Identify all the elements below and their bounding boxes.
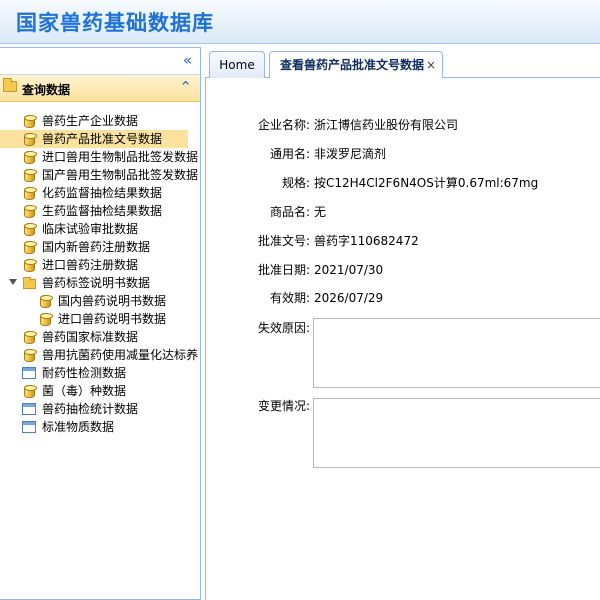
field-value: 无 bbox=[314, 205, 327, 219]
invalid-reason-textarea[interactable] bbox=[313, 318, 600, 388]
tree-item[interactable]: 兽药抽检统计数据 bbox=[0, 400, 200, 418]
navigation-tree: 兽药生产企业数据 兽药产品批准文号数据 进口兽用生物制品批签发数据 国产兽用生物… bbox=[0, 112, 200, 436]
tree-item[interactable]: 进口兽药注册数据 bbox=[0, 256, 200, 274]
field-value: 非泼罗尼滴剂 bbox=[314, 147, 387, 161]
field-label: 通用名: bbox=[269, 147, 310, 161]
database-icon bbox=[24, 349, 37, 362]
document-icon bbox=[22, 403, 36, 415]
field-approval-date: 批准日期: 2021/07/30 bbox=[206, 261, 600, 279]
field-value: 按C12H4Cl2F6N4OS计算0.67ml:67mg bbox=[314, 176, 539, 190]
tree-item[interactable]: 菌（毒）种数据 bbox=[0, 382, 200, 400]
document-icon bbox=[22, 367, 36, 379]
tree-item[interactable]: 进口兽药说明书数据 bbox=[0, 310, 200, 328]
tree-item[interactable]: 临床试验审批数据 bbox=[0, 220, 200, 238]
tree-item[interactable]: 兽药生产企业数据 bbox=[0, 112, 200, 130]
accordion-title: 查询数据 bbox=[22, 83, 71, 97]
close-icon[interactable]: × bbox=[426, 52, 436, 78]
collapse-sidebar-icon[interactable]: « bbox=[183, 51, 192, 69]
field-label: 变更情况: bbox=[257, 399, 310, 413]
database-icon bbox=[40, 313, 53, 326]
field-trade-name: 商品名: 无 bbox=[206, 203, 600, 221]
sidebar: « 查询数据 ⌃ 兽药生产企业数据 兽药产品批准文号数据 进口兽用生物制品批签发… bbox=[0, 47, 201, 600]
tree-item[interactable]: 标准物质数据 bbox=[0, 418, 200, 436]
field-label: 有效期: bbox=[269, 291, 310, 305]
database-icon bbox=[24, 259, 37, 272]
tree-item[interactable]: 兽药国家标准数据 bbox=[0, 328, 200, 346]
tree-item[interactable]: 国内新兽药注册数据 bbox=[0, 238, 200, 256]
database-icon bbox=[24, 331, 37, 344]
database-icon bbox=[24, 115, 37, 128]
document-icon bbox=[22, 421, 36, 433]
tree-item[interactable]: 耐药性检测数据 bbox=[0, 364, 200, 382]
database-icon bbox=[24, 133, 37, 146]
tree-item[interactable]: 化药监督抽检结果数据 bbox=[0, 184, 200, 202]
detail-panel: 企业名称: 浙江博信药业股份有限公司 通用名: 非泼罗尼滴剂 规格: 按C12H… bbox=[205, 78, 600, 600]
field-expiry-date: 有效期: 2026/07/29 bbox=[206, 289, 600, 307]
database-icon bbox=[24, 169, 37, 182]
field-value: 2021/07/30 bbox=[314, 263, 384, 277]
database-icon bbox=[24, 241, 37, 254]
field-label: 商品名: bbox=[269, 205, 310, 219]
database-icon bbox=[24, 205, 37, 218]
field-specification: 规格: 按C12H4Cl2F6N4OS计算0.67ml:67mg bbox=[206, 174, 600, 192]
field-label: 规格: bbox=[281, 176, 310, 190]
accordion-header-query-data[interactable]: 查询数据 ⌃ bbox=[0, 75, 200, 102]
chevron-up-icon[interactable]: ⌃ bbox=[179, 78, 192, 96]
tree-item[interactable]: 国产兽用生物制品批签发数据 bbox=[0, 166, 200, 184]
field-label: 批准日期: bbox=[257, 263, 310, 277]
tree-item[interactable]: 生药监督抽检结果数据 bbox=[0, 202, 200, 220]
tree-item-selected[interactable]: 兽药产品批准文号数据 bbox=[0, 130, 188, 148]
app-header: 国家兽药基础数据库 bbox=[0, 0, 600, 44]
tree-item[interactable]: 兽用抗菌药使用减量化达标养 bbox=[0, 346, 200, 364]
field-value: 兽药字110682472 bbox=[314, 234, 419, 248]
tab-product-approval-query[interactable]: 查看兽药产品批准文号数据 × bbox=[269, 51, 443, 79]
field-label: 失效原因: bbox=[257, 321, 310, 335]
tab-home[interactable]: Home bbox=[209, 51, 265, 78]
field-value: 2026/07/29 bbox=[314, 291, 384, 305]
tree-item[interactable]: 进口兽用生物制品批签发数据 bbox=[0, 148, 200, 166]
field-value: 浙江博信药业股份有限公司 bbox=[314, 118, 459, 132]
database-icon bbox=[24, 187, 37, 200]
folder-icon bbox=[3, 78, 17, 92]
field-company: 企业名称: 浙江博信药业股份有限公司 bbox=[206, 116, 600, 134]
field-label: 批准文号: bbox=[257, 234, 310, 248]
sidebar-toolbar: « bbox=[0, 48, 200, 75]
change-status-textarea[interactable] bbox=[313, 398, 600, 468]
tree-folder[interactable]: 兽药标签说明书数据 bbox=[0, 274, 200, 292]
tab-bar: Home 查看兽药产品批准文号数据 × bbox=[205, 47, 600, 79]
field-approval-number: 批准文号: 兽药字110682472 bbox=[206, 232, 600, 250]
database-icon bbox=[24, 151, 37, 164]
database-icon bbox=[40, 295, 53, 308]
folder-icon bbox=[23, 277, 36, 289]
tab-label: 查看兽药产品批准文号数据 bbox=[280, 58, 425, 72]
field-generic-name: 通用名: 非泼罗尼滴剂 bbox=[206, 145, 600, 163]
database-icon bbox=[24, 223, 37, 236]
expand-arrow-icon[interactable] bbox=[9, 279, 17, 285]
database-icon bbox=[24, 385, 37, 398]
app-title: 国家兽药基础数据库 bbox=[16, 11, 214, 35]
field-label: 企业名称: bbox=[257, 118, 310, 132]
tree-item[interactable]: 国内兽药说明书数据 bbox=[0, 292, 200, 310]
